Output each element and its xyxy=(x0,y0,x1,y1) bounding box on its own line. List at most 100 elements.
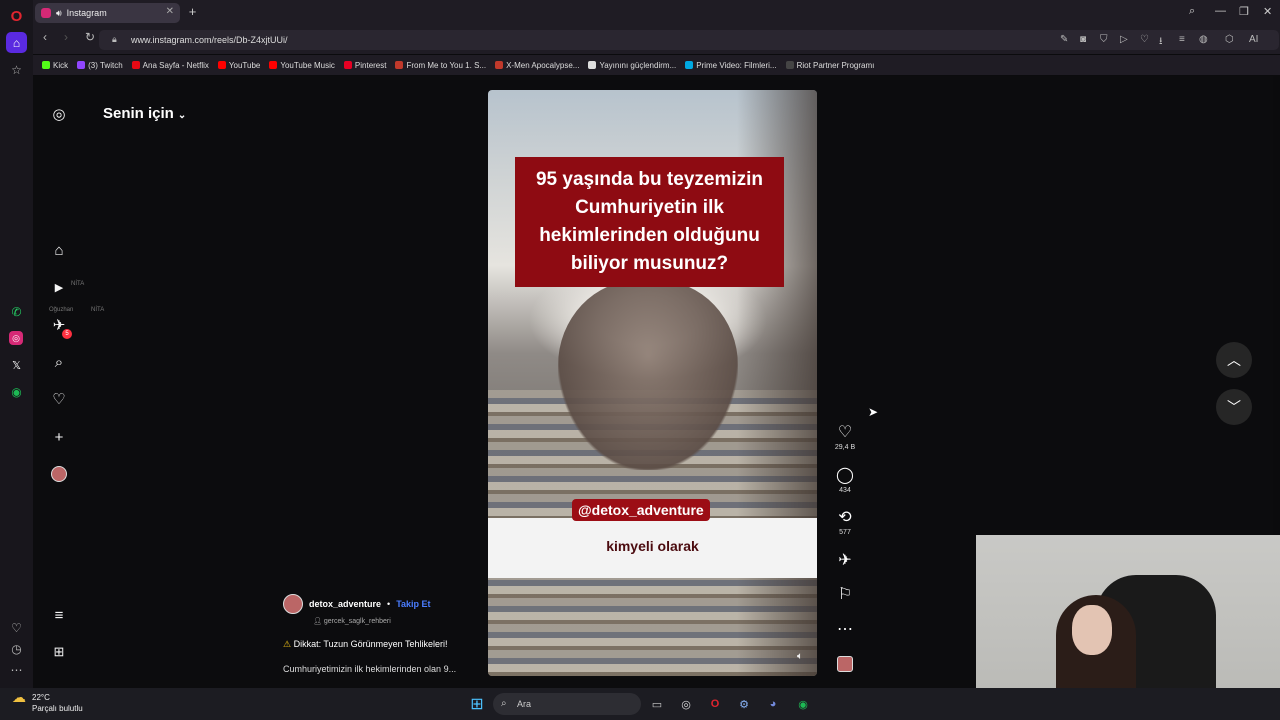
home-icon[interactable]: ⌂ xyxy=(6,32,27,53)
opera-sidebar: O ⌂ ☆ ✆ ◎ 𝕏 ◉ ♡ ◷ ⋯ xyxy=(0,0,33,688)
post-caption[interactable]: Cumhuriyetimizin ilk hekimlerinden olan … xyxy=(283,664,483,674)
camera-icon[interactable]: ◙ xyxy=(1080,34,1086,45)
comment-icon[interactable]: ◯ xyxy=(833,467,857,485)
bookmark-favicon-icon xyxy=(495,61,504,69)
heart-sidebar-icon[interactable]: ♡ xyxy=(6,617,27,638)
close-tab-icon[interactable]: ✕ xyxy=(166,6,174,17)
like-action[interactable]: ♡ 29,4 B xyxy=(833,424,857,451)
more-options[interactable]: ⋯ xyxy=(833,621,857,639)
mute-icon[interactable]: 🔈︎ xyxy=(797,651,803,662)
instagram-logo-icon[interactable]: ◎ xyxy=(50,105,68,123)
minimize-icon[interactable]: — xyxy=(1215,5,1226,17)
windows-start-icon[interactable]: ⊞ xyxy=(468,695,486,713)
spotify-taskbar-icon[interactable]: ◉ xyxy=(794,695,812,713)
back-icon[interactable]: ‹ xyxy=(43,30,47,44)
bookmark-item[interactable]: Riot Partner Programı xyxy=(785,61,874,70)
bookmark-item[interactable]: Kick xyxy=(42,61,68,70)
follow-button[interactable]: Takip Et xyxy=(396,599,430,609)
weather-widget[interactable]: ☁ 22°C Parçalı bulutlu xyxy=(12,690,83,714)
post-audio[interactable]: 👤︎ gercek_saglk_rehberi xyxy=(313,617,483,625)
nav-search-icon[interactable]: ⌕ xyxy=(50,353,68,371)
maximize-icon[interactable]: ❐ xyxy=(1239,5,1249,18)
repost-action[interactable]: ⟲ 577 xyxy=(833,509,857,536)
bookmark-item[interactable]: From Me to You 1. S... xyxy=(395,61,486,70)
reel-video[interactable]: 95 yaşında bu teyzemizin Cumhuriyetin il… xyxy=(488,90,817,676)
bookmark-heart-icon[interactable]: ♡ xyxy=(1140,34,1149,45)
bookmark-item[interactable]: YouTube xyxy=(217,61,260,70)
tab-instagram[interactable]: 🔊︎ Instagram ✕ xyxy=(35,3,180,23)
speaker-icon[interactable]: 🔊︎ xyxy=(56,8,62,19)
profile-icon[interactable]: ◍ xyxy=(1199,34,1208,45)
opera-logo-icon[interactable]: O xyxy=(6,6,27,27)
nav-reels-icon[interactable]: ▶ xyxy=(50,278,68,296)
like-count: 29,4 B xyxy=(834,444,856,451)
scroll-down-button[interactable]: ﹀ xyxy=(1216,389,1252,425)
play-icon[interactable]: ▷ xyxy=(1120,34,1128,45)
scroll-up-button[interactable]: ︿ xyxy=(1216,342,1252,378)
share-icon[interactable]: ✈ xyxy=(833,552,857,570)
feed-title: Senin için xyxy=(103,105,174,122)
app-icon[interactable]: ◎ xyxy=(677,695,695,713)
like-icon[interactable]: ♡ xyxy=(833,424,857,442)
bookmark-label: Prime Video: Filmleri... xyxy=(696,60,777,70)
audio-avatar[interactable] xyxy=(833,656,857,672)
bookmark-label: From Me to You 1. S... xyxy=(406,60,487,70)
history-icon[interactable]: ◷ xyxy=(6,638,27,659)
nav-home-icon[interactable]: ⌂ xyxy=(50,241,68,259)
ai-button[interactable]: AI xyxy=(1249,34,1258,45)
bookmark-item[interactable]: (3) Twitch xyxy=(77,61,123,70)
more-icon[interactable]: ⋯ xyxy=(6,659,27,680)
instagram-sidebar-icon[interactable]: ◎ xyxy=(9,331,23,345)
bookmark-label: Kick xyxy=(53,60,69,70)
post-username[interactable]: detox_adventure xyxy=(309,599,381,609)
bookmark-item[interactable]: X-Men Apocalypse... xyxy=(495,61,579,70)
bookmark-favicon-icon xyxy=(42,61,50,69)
bookmark-item[interactable]: Prime Video: Filmleri... xyxy=(685,60,777,70)
nav-apps-icon[interactable]: ⊞ xyxy=(50,643,68,661)
extensions-icon[interactable]: ⬡ xyxy=(1225,34,1234,45)
save-action[interactable]: ⚐ xyxy=(833,586,857,604)
bookmark-label: YouTube Music xyxy=(280,60,335,70)
spotify-icon[interactable]: ◉ xyxy=(6,381,27,402)
nav-profile-avatar[interactable] xyxy=(50,465,68,483)
nav-more-icon[interactable]: ≡ xyxy=(50,606,68,624)
repost-icon[interactable]: ⟲ xyxy=(833,509,857,527)
download-icon[interactable]: ⭳ xyxy=(1159,34,1163,51)
share-action[interactable]: ✈ xyxy=(833,552,857,570)
search-tabs-icon[interactable]: ⌕ xyxy=(1189,5,1195,18)
more-options-icon[interactable]: ⋯ xyxy=(833,621,857,639)
edit-icon[interactable]: ✎ xyxy=(1060,34,1068,45)
close-window-icon[interactable]: ✕ xyxy=(1263,5,1272,18)
bookmark-icon[interactable]: ⚐ xyxy=(833,586,857,604)
task-view-icon[interactable]: ▭ xyxy=(648,695,666,713)
comment-action[interactable]: ◯ 434 xyxy=(833,467,857,494)
menu-icon[interactable]: ≡ xyxy=(1179,34,1185,45)
forward-icon[interactable]: › xyxy=(64,30,68,44)
bookmark-item[interactable]: YouTube Music xyxy=(269,61,335,70)
url-text[interactable]: www.instagram.com/reels/Db-Z4xjtUUi/ xyxy=(131,35,288,45)
feed-selector[interactable]: Senin için ⌄ xyxy=(103,105,186,122)
nav-heart-icon[interactable]: ♡ xyxy=(50,390,68,408)
windows-taskbar: ☁ 22°C Parçalı bulutlu ⊞ ⌕ Ara ▭ ◎ O ⚙ ◕… xyxy=(0,688,1280,720)
bookmark-favicon-icon xyxy=(269,61,278,69)
new-tab-button[interactable]: + xyxy=(186,5,199,19)
weather-desc: Parçalı bulutlu xyxy=(32,704,83,713)
nav-create-icon[interactable]: + xyxy=(50,428,68,446)
shield-icon[interactable]: ⛉ xyxy=(1100,34,1108,45)
bookmark-favicon-icon xyxy=(77,61,86,69)
settings-app-icon[interactable]: ⚙ xyxy=(735,695,753,713)
search-icon: ⌕ xyxy=(501,698,507,709)
bookmark-item[interactable]: Pinterest xyxy=(343,61,386,70)
taskbar-search[interactable]: ⌕ Ara xyxy=(493,693,641,715)
reload-icon[interactable]: ↻ xyxy=(85,30,95,44)
reel-face xyxy=(558,280,738,470)
opera-taskbar-icon[interactable]: O xyxy=(706,695,724,713)
bookmark-item[interactable]: Ana Sayfa - Netflix xyxy=(131,61,209,70)
author-avatar[interactable] xyxy=(283,594,303,614)
bookmark-item[interactable]: Yayınını güçlendirm... xyxy=(588,61,676,70)
discord-icon[interactable]: ◕ xyxy=(764,695,782,713)
lock-icon: 🔒︎ xyxy=(112,34,117,44)
x-icon[interactable]: 𝕏 xyxy=(6,355,27,376)
star-icon[interactable]: ☆ xyxy=(6,59,27,80)
whatsapp-icon[interactable]: ✆ xyxy=(6,301,27,322)
